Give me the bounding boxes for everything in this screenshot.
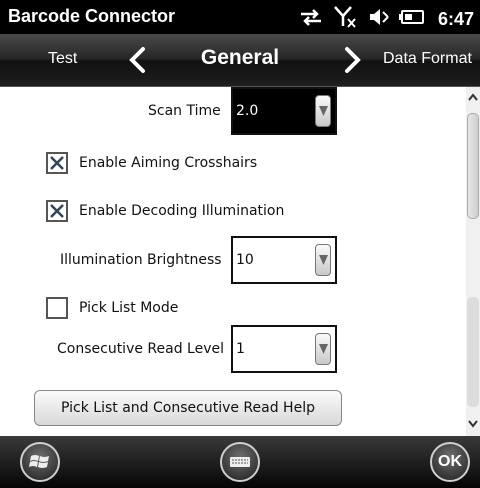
chevron-left-icon[interactable]: [124, 46, 150, 74]
ok-label: OK: [438, 453, 462, 470]
decoding-illumination-checkbox[interactable]: [46, 200, 68, 222]
dropdown-arrow-icon[interactable]: [315, 333, 331, 365]
ok-button[interactable]: OK: [430, 442, 470, 482]
sync-arrows-icon[interactable]: [298, 6, 324, 32]
scan-time-value: 2.0: [236, 103, 259, 119]
tab-test[interactable]: Test: [48, 50, 77, 68]
illumination-brightness-label: Illumination Brightness: [60, 252, 222, 268]
consecutive-read-level-select[interactable]: 1: [231, 325, 337, 373]
status-icons: 6:47: [298, 5, 474, 33]
decoding-illumination-label: Enable Decoding Illumination: [79, 203, 285, 219]
checkmark-x-icon: [50, 204, 64, 218]
dropdown-arrow-icon[interactable]: [315, 244, 331, 276]
consecutive-read-level-value: 1: [236, 341, 245, 357]
app-title: Barcode Connector: [8, 6, 176, 26]
keyboard-icon: [230, 457, 250, 467]
pick-list-mode-checkbox[interactable]: [46, 297, 68, 319]
scrollbar-thumb[interactable]: [467, 113, 479, 219]
scroll-down-icon[interactable]: [466, 412, 480, 434]
clock[interactable]: 6:47: [438, 9, 474, 30]
illumination-brightness-value: 10: [236, 252, 254, 268]
status-bar: Barcode Connector 6:47: [0, 0, 480, 34]
dropdown-arrow-icon[interactable]: [315, 95, 331, 127]
tab-header: Test General Data Format: [0, 34, 480, 87]
scroll-up-icon[interactable]: [466, 87, 480, 109]
no-signal-icon[interactable]: [333, 5, 359, 33]
illumination-brightness-select[interactable]: 10: [231, 236, 337, 284]
aiming-crosshairs-checkbox[interactable]: [46, 152, 68, 174]
pick-list-help-button[interactable]: Pick List and Consecutive Read Help: [34, 390, 342, 426]
windows-start-icon: [29, 455, 49, 468]
windows-start-button[interactable]: [20, 442, 60, 482]
scan-time-label: Scan Time: [148, 103, 221, 119]
settings-panel: Scan Time 2.0 Enable Aiming Crosshairs E…: [0, 87, 480, 436]
softkey-bar: OK: [0, 436, 480, 488]
volume-mute-icon[interactable]: [368, 6, 390, 32]
scan-time-select[interactable]: 2.0: [231, 87, 337, 135]
chevron-right-icon[interactable]: [340, 46, 366, 74]
tab-data-format[interactable]: Data Format: [383, 50, 472, 68]
pick-list-mode-label: Pick List Mode: [79, 300, 179, 316]
checkmark-x-icon: [50, 156, 64, 170]
scrollbar[interactable]: [466, 87, 480, 436]
keyboard-button[interactable]: [220, 442, 260, 482]
aiming-crosshairs-label: Enable Aiming Crosshairs: [79, 155, 258, 171]
scrollbar-track[interactable]: [467, 297, 479, 407]
battery-icon[interactable]: [398, 9, 425, 29]
consecutive-read-level-label: Consecutive Read Level: [57, 341, 225, 357]
